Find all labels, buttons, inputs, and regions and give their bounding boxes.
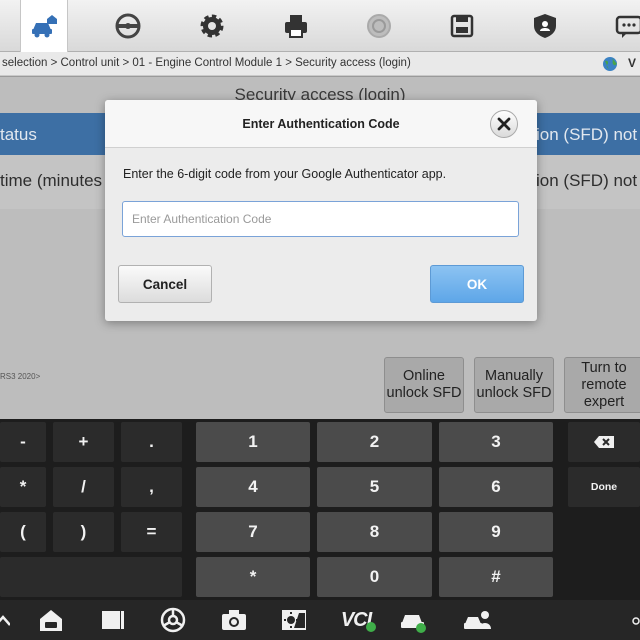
key-period[interactable]: . [121, 422, 182, 462]
breadcrumb-bar: selection > Control unit > 01 - Engine C… [0, 52, 640, 76]
dialog-title: Enter Authentication Code [242, 117, 400, 131]
vehicle-home-icon [32, 15, 57, 38]
row-value: ion (SFD) not [536, 125, 638, 144]
vehicle-home-button[interactable] [20, 0, 68, 52]
online-unlock-sfd-button[interactable]: Online unlock SFD [384, 357, 464, 413]
key-1[interactable]: 1 [196, 422, 310, 462]
save-button[interactable] [438, 8, 486, 44]
turn-to-remote-expert-button[interactable]: Turn to remote expert [564, 357, 640, 413]
key-asterisk[interactable]: * [0, 467, 46, 507]
key-minus[interactable]: - [0, 422, 46, 462]
row-label: tatus [0, 125, 37, 144]
key-equals[interactable]: = [121, 512, 182, 552]
key-star[interactable]: * [196, 557, 310, 597]
recent-apps-icon [102, 611, 124, 629]
authentication-dialog: Enter Authentication Code Enter the 6-di… [105, 100, 537, 321]
key-blank[interactable] [0, 557, 182, 597]
back-button[interactable] [0, 606, 10, 634]
message-icon [615, 15, 640, 38]
printer-icon [285, 15, 307, 38]
key-2[interactable]: 2 [317, 422, 432, 462]
key-8[interactable]: 8 [317, 512, 432, 552]
location-button[interactable] [628, 606, 640, 634]
row-value: ion (SFD) not [536, 171, 638, 190]
key-hash[interactable]: # [439, 557, 553, 597]
remote-support-button[interactable] [462, 606, 492, 634]
globe-icon[interactable] [602, 56, 618, 72]
backspace-key[interactable] [568, 422, 640, 462]
remote-expert-button[interactable] [521, 8, 569, 44]
camera-button[interactable] [219, 606, 249, 634]
numeric-keyboard: - + . * / , ( ) = 1 2 3 4 5 6 7 8 9 * 0 … [0, 419, 640, 600]
vehicle-version-label: RS3 2020> [0, 372, 41, 381]
key-4[interactable]: 4 [196, 467, 310, 507]
key-5[interactable]: 5 [317, 467, 432, 507]
dialog-header: Enter Authentication Code [105, 100, 537, 148]
home-car-icon [40, 610, 62, 631]
key-9[interactable]: 9 [439, 512, 553, 552]
recent-apps-button[interactable] [98, 606, 128, 634]
language-indicator[interactable]: V [628, 56, 636, 70]
location-icon [632, 617, 640, 625]
home-button[interactable] [36, 606, 66, 634]
row-label: time (minutes [0, 171, 103, 190]
vehicle-status-button[interactable] [398, 606, 428, 634]
diagnostics-button[interactable] [104, 8, 152, 44]
backspace-icon [594, 436, 614, 448]
done-key[interactable]: Done [568, 467, 640, 507]
brightness-icon [282, 610, 306, 630]
settings-button[interactable] [188, 8, 236, 44]
messages-button[interactable] [604, 8, 640, 44]
print-button[interactable] [272, 8, 320, 44]
dialog-close-button[interactable] [490, 110, 518, 138]
authentication-code-input[interactable] [122, 201, 519, 237]
key-slash[interactable]: / [53, 467, 114, 507]
key-open-paren[interactable]: ( [0, 512, 46, 552]
vehicle-check-icon [401, 615, 426, 633]
help-button[interactable] [355, 8, 403, 44]
vci-status-icon [366, 622, 376, 632]
system-navbar: VCI [0, 600, 640, 640]
key-0[interactable]: 0 [317, 557, 432, 597]
ok-button[interactable]: OK [430, 265, 524, 303]
browser-button[interactable] [158, 606, 188, 634]
back-arrow-icon [0, 615, 10, 626]
brightness-button[interactable] [279, 606, 309, 634]
shield-user-icon [534, 14, 556, 38]
save-icon [450, 14, 474, 38]
key-close-paren[interactable]: ) [53, 512, 114, 552]
gear-icon [200, 14, 224, 38]
key-6[interactable]: 6 [439, 467, 553, 507]
top-toolbar [0, 0, 640, 52]
cancel-button[interactable]: Cancel [118, 265, 212, 303]
key-plus[interactable]: + [53, 422, 114, 462]
remote-support-icon [464, 611, 491, 629]
breadcrumb: selection > Control unit > 01 - Engine C… [2, 57, 411, 69]
browser-icon [160, 607, 186, 633]
steering-wheel-icon [115, 13, 141, 39]
key-comma[interactable]: , [121, 467, 182, 507]
close-icon [497, 117, 511, 131]
key-7[interactable]: 7 [196, 512, 310, 552]
vci-button[interactable]: VCI [336, 606, 376, 634]
help-icon [367, 14, 391, 38]
key-3[interactable]: 3 [439, 422, 553, 462]
camera-icon [222, 610, 246, 630]
manually-unlock-sfd-button[interactable]: Manually unlock SFD [474, 357, 554, 413]
dialog-message: Enter the 6-digit code from your Google … [123, 167, 447, 181]
